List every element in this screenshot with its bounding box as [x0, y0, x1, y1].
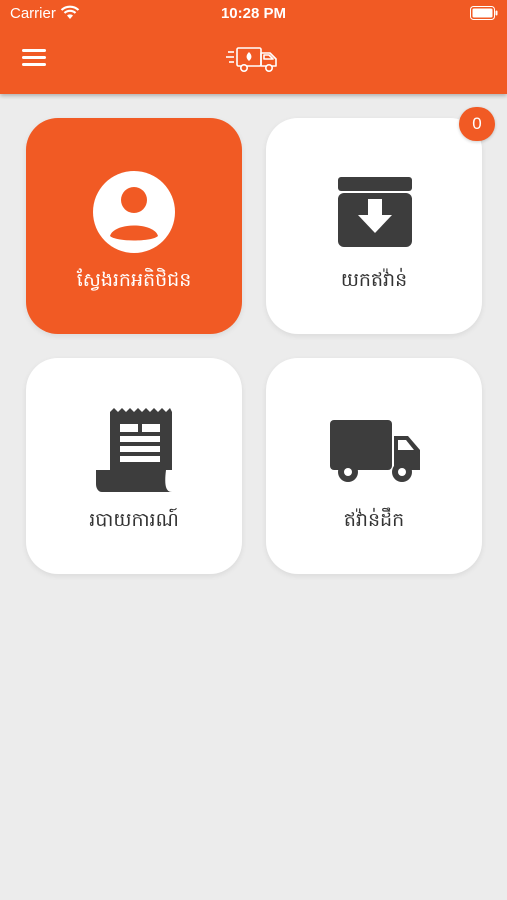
user-avatar-icon — [93, 171, 175, 253]
status-bar: Carrier 10:28 PM — [0, 0, 507, 28]
battery-icon — [470, 6, 498, 20]
delivery-truck-logo-icon — [226, 47, 277, 72]
tile-label-delivery: ឥវ៉ាន់ដឹក — [343, 509, 405, 531]
tile-delivery[interactable]: ឥវ៉ាន់ដឹក — [266, 358, 482, 574]
pickup-count-badge: 0 — [459, 107, 495, 141]
tile-label-find-customer: ស្វែងរកអតិថិជន — [76, 269, 192, 291]
tile-report[interactable]: របាយការណ៍ — [26, 358, 242, 574]
menu-button[interactable] — [22, 49, 48, 69]
tile-find-customer[interactable]: ស្វែងរកអតិថិជន — [26, 118, 242, 334]
tile-label-pickup: យកឥវ៉ាន់ — [340, 269, 408, 291]
status-time: 10:28 PM — [220, 5, 287, 22]
app-header: Carrier 10:28 PM — [0, 0, 507, 94]
hamburger-menu-icon — [22, 49, 46, 52]
receipt-report-icon — [96, 408, 172, 492]
tile-pickup[interactable]: យកឥវ៉ាន់ — [266, 118, 482, 334]
delivery-truck-icon — [330, 420, 420, 482]
archive-download-icon — [338, 177, 412, 247]
tile-label-report: របាយការណ៍ — [89, 509, 179, 531]
